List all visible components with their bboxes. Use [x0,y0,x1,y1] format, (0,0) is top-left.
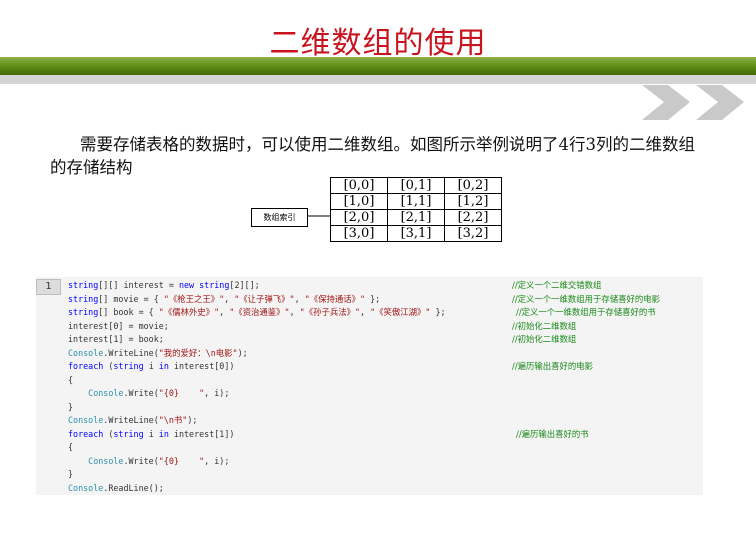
array-cell: [2,0] [330,209,388,226]
code-line: foreach (string i in interest[1]) [68,428,235,439]
slide-title: 二维数组的使用 [269,26,487,61]
header-green-bar [0,57,756,75]
code-line: } [68,401,74,412]
code-comment: //定义一个一维数组用于存储喜好的书 [516,307,656,317]
code-line: Console.Write("{0} ", i); [88,388,230,398]
array-cell: [2,1] [387,209,445,226]
array-cell: [2,2] [444,209,502,226]
array-cell: [1,0] [330,193,388,210]
description-text: 需要存储表格的数据时，可以使用二维数组。如图所示举例说明了4行3列的二维数组的存… [50,135,695,177]
code-line: interest[0] = movie; [68,320,169,331]
code-comment: //遍历输出喜好的电影 [512,361,594,371]
array-cell: [3,0] [330,225,388,242]
code-line: interest[1] = book; [68,334,164,344]
code-line-number: 1 [36,279,61,295]
code-comment: //遍历输出喜好的书 [516,428,589,439]
code-line: { [68,374,74,385]
code-comment: //定义一个二维交错数组 [512,280,602,290]
array-index-label: 数组索引 [251,208,308,227]
code-line: string[] book = { "《儒林外史》", "《资治通鉴》", "《… [68,307,446,317]
array-cell: [0,1] [387,177,445,194]
array-row: [2,0] [2,1] [2,2] [330,209,502,226]
code-line: Console.ReadLine(); [68,482,164,493]
code-comment: //初始化二维数组 [512,334,577,344]
code-line: string[][] interest = new string[2][]; [68,280,260,290]
array-cell: [0,2] [444,177,502,194]
array-cell: [3,2] [444,225,502,242]
code-comment: //定义一个一维数组用于存储喜好的电影 [512,293,661,304]
header-gray-bar [0,75,756,84]
code-line: } [68,469,74,479]
array-structure-table: [0,0] [0,1] [0,2] [1,0] [1,1] [1,2] [2,0] [2,1]… [330,177,502,242]
array-row: [0,0] [0,1] [0,2] [330,177,502,194]
code-line: Console.Write("{0} ", i); [88,455,230,466]
array-cell: [1,1] [387,193,445,210]
array-cell: [3,1] [387,225,445,242]
code-line: foreach (string i in interest[0]) [68,361,235,371]
code-line: { [68,442,74,452]
code-panel: 1 string[][] interest = new string[2][];… [36,277,703,495]
array-cell: [0,0] [330,177,388,194]
code-line: Console.WriteLine("我的爱好：\n电影"); [68,347,248,358]
chevron-right-icon [642,85,744,120]
array-cell: [1,2] [444,193,502,210]
array-row: [1,0] [1,1] [1,2] [330,193,502,210]
code-line: Console.WriteLine("\n书"); [68,415,198,425]
index-connector-line [307,215,330,217]
array-row: [3,0] [3,1] [3,2] [330,225,502,242]
code-line: string[] movie = { "《枪王之王》", "《让子弹飞》", "… [68,293,381,304]
code-comment: //初始化二维数组 [512,320,577,331]
